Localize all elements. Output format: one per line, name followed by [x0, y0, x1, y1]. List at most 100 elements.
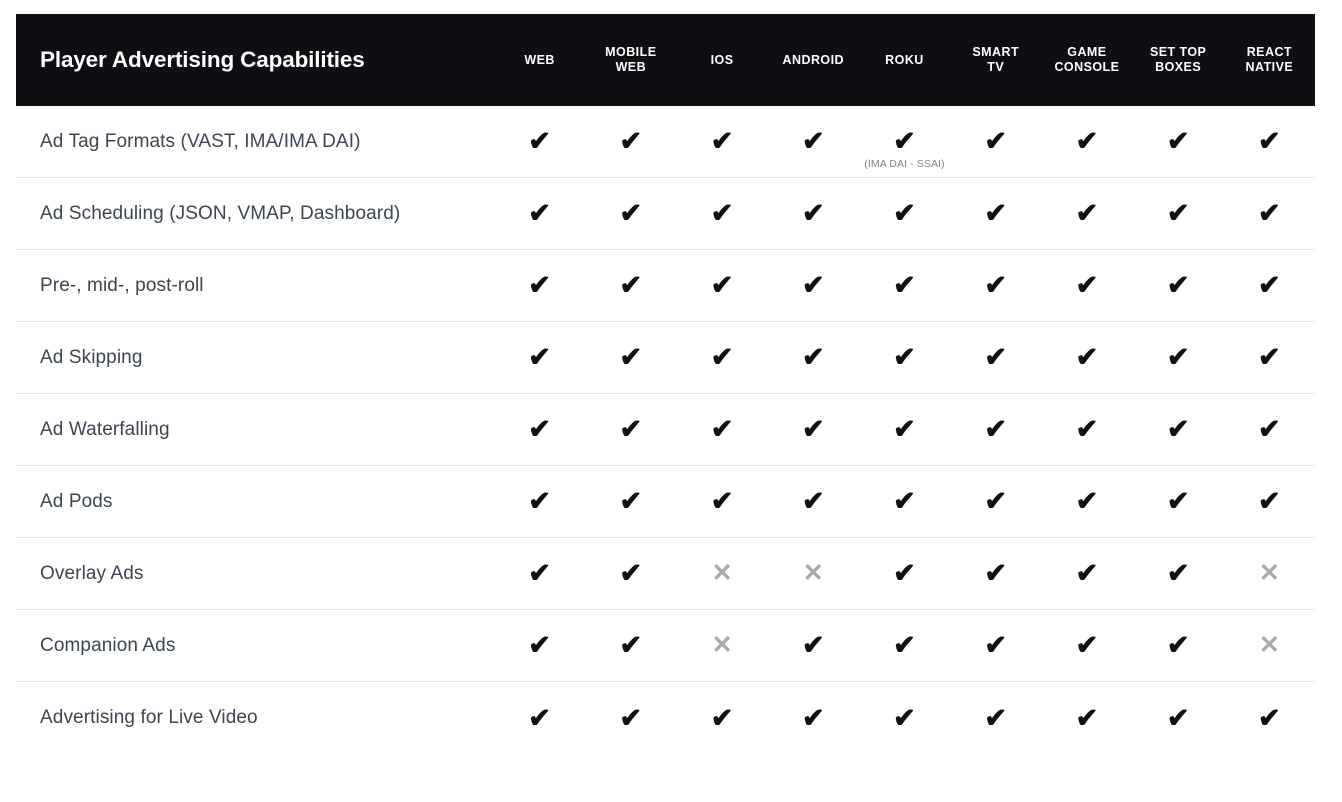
- cross-icon: ✕: [802, 559, 824, 587]
- support-cell: ✕: [676, 633, 767, 658]
- check-icon: ✔: [1166, 630, 1190, 660]
- check-icon: ✔: [1258, 198, 1281, 228]
- column-header-mobile-web: MOBILE WEB: [585, 45, 676, 75]
- column-header-line: GAME: [1067, 45, 1107, 60]
- support-cell: ✔: [1133, 632, 1224, 659]
- check-icon: ✔: [710, 702, 734, 733]
- support-cell: ✔: [950, 488, 1041, 515]
- check-icon: ✔: [1075, 414, 1099, 444]
- check-icon: ✔: [528, 198, 551, 228]
- check-icon: ✔: [893, 342, 916, 372]
- row-label: Pre-, mid-, post-roll: [40, 274, 204, 296]
- table-row: Ad Tag Formats (VAST, IMA/IMA DAI) ✔ ✔ ✔ ✔ ✔ (…: [16, 106, 1315, 178]
- check-icon: ✔: [1075, 270, 1099, 300]
- cell-note: (IMA DAI - SSAI): [864, 158, 945, 170]
- support-cell: ✔: [676, 702, 767, 733]
- table-title-cell: Player Advertising Capabilities: [16, 14, 494, 106]
- check-icon: ✔: [1258, 126, 1281, 156]
- check-icon: ✔: [528, 414, 551, 444]
- support-cell: ✔: [676, 416, 767, 443]
- check-icon: ✔: [1075, 558, 1099, 588]
- check-icon: ✔: [984, 486, 1008, 516]
- support-cell: ✔: [585, 560, 676, 587]
- support-cell: ✔: [585, 272, 676, 299]
- support-cell: ✔: [585, 702, 676, 733]
- support-cell: ✔: [1133, 128, 1224, 155]
- check-icon: ✔: [801, 414, 825, 444]
- check-icon: ✔: [893, 270, 916, 300]
- check-icon: ✔: [619, 414, 643, 444]
- check-icon: ✔: [1258, 414, 1281, 444]
- support-cell: ✔: [676, 272, 767, 299]
- column-header-line: TV: [987, 60, 1005, 74]
- check-icon: ✔: [710, 270, 734, 300]
- check-icon: ✔: [801, 126, 825, 156]
- check-icon: ✔: [528, 558, 551, 588]
- support-cell: ✔: [1133, 702, 1224, 733]
- row-cells: ✔ ✔ ✔ ✔ ✔ ✔ ✔ ✔ ✔: [494, 416, 1315, 443]
- support-cell: ✔: [768, 416, 859, 443]
- check-icon: ✔: [1075, 630, 1099, 660]
- row-label: Ad Scheduling (JSON, VMAP, Dashboard): [40, 202, 401, 224]
- column-header-line: SET TOP: [1149, 45, 1207, 60]
- support-cell: ✔: [494, 702, 585, 733]
- table-row: Advertising for Live Video ✔ ✔ ✔ ✔ ✔ ✔ ✔ ✔ ✔: [16, 682, 1315, 754]
- support-cell: ✕: [768, 561, 859, 586]
- support-cell: ✔: [1133, 344, 1224, 371]
- check-icon: ✔: [710, 342, 734, 372]
- support-cell: ✔: [676, 128, 767, 155]
- check-icon: ✔: [801, 342, 825, 372]
- row-cells: ✔ ✔ ✔ ✔ ✔ ✔ ✔ ✔ ✔: [494, 344, 1315, 371]
- support-cell: ✔: [585, 344, 676, 371]
- support-cell: ✔: [1133, 416, 1224, 443]
- column-header-line: MOBILE: [605, 45, 657, 60]
- check-icon: ✔: [1166, 558, 1190, 588]
- check-icon: ✔: [1166, 270, 1190, 300]
- support-cell: ✕: [1224, 633, 1315, 658]
- check-icon: ✔: [1258, 342, 1281, 372]
- check-icon: ✔: [528, 342, 551, 372]
- support-cell: ✔: [950, 632, 1041, 659]
- check-icon: ✔: [619, 558, 643, 588]
- column-header-line: SMART: [972, 45, 1020, 60]
- column-header-web: WEB: [494, 53, 585, 68]
- support-cell: ✔: [859, 200, 950, 227]
- table-row: Ad Skipping ✔ ✔ ✔ ✔ ✔ ✔ ✔ ✔ ✔: [16, 322, 1315, 394]
- row-label: Overlay Ads: [40, 562, 144, 584]
- check-icon: ✔: [528, 702, 551, 733]
- row-label-cell: Pre-, mid-, post-roll: [16, 275, 494, 297]
- column-header-line: CONSOLE: [1054, 60, 1120, 74]
- table-body: Ad Tag Formats (VAST, IMA/IMA DAI) ✔ ✔ ✔ ✔ ✔ (…: [16, 106, 1315, 754]
- support-cell: ✔: [1041, 344, 1132, 371]
- column-header-group: WEB MOBILE WEB IOS ANDROID ROKU SMART TV GAME CON…: [494, 14, 1315, 106]
- check-icon: ✔: [1258, 270, 1281, 300]
- check-icon: ✔: [984, 630, 1008, 660]
- column-header-line: REACT: [1246, 45, 1293, 60]
- support-cell: ✔: [1133, 560, 1224, 587]
- row-label-cell: Ad Skipping: [16, 347, 494, 369]
- check-icon: ✔: [619, 702, 643, 733]
- check-icon: ✔: [984, 126, 1008, 156]
- column-header-android: ANDROID: [768, 53, 859, 68]
- table-row: Ad Scheduling (JSON, VMAP, Dashboard) ✔ ✔ ✔…: [16, 178, 1315, 250]
- check-icon: ✔: [1075, 198, 1099, 228]
- support-cell: ✔: [494, 632, 585, 659]
- check-icon: ✔: [893, 558, 916, 588]
- column-header-set-top-boxes: SET TOP BOXES: [1133, 45, 1224, 75]
- row-cells: ✔ ✔ ✔ ✔ ✔ ✔ ✔ ✔ ✔: [494, 702, 1315, 733]
- support-cell: ✔: [950, 272, 1041, 299]
- support-cell: ✔: [768, 344, 859, 371]
- check-icon: ✔: [619, 630, 643, 660]
- support-cell: ✔: [494, 344, 585, 371]
- support-cell: ✔: [1041, 488, 1132, 515]
- check-icon: ✔: [1166, 702, 1190, 733]
- check-icon: ✔: [1166, 486, 1190, 516]
- table-header: Player Advertising Capabilities WEB MOBIL…: [16, 14, 1315, 106]
- check-icon: ✔: [1258, 702, 1281, 733]
- support-cell: ✔: [859, 632, 950, 659]
- row-label: Ad Pods: [40, 490, 113, 512]
- support-cell: ✔: [859, 488, 950, 515]
- support-cell: ✔: [1133, 488, 1224, 515]
- support-cell: ✔: [494, 416, 585, 443]
- support-cell: ✔: [1224, 416, 1315, 443]
